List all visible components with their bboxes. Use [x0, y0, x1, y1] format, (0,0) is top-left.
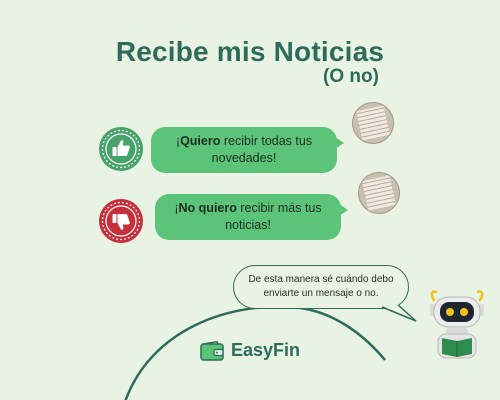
- thumbs-down-icon: [99, 199, 143, 243]
- brand: EasyFin: [200, 340, 300, 361]
- page-subtitle: (O no): [323, 66, 379, 87]
- robot-mascot-icon: [430, 290, 484, 359]
- opt-in-bold: Quiero: [180, 134, 221, 148]
- speech-tail: [381, 305, 417, 322]
- opt-out-line2: noticias!: [225, 218, 271, 232]
- brand-name: EasyFin: [231, 340, 301, 360]
- note-line2: enviarte un mensaje o no.: [263, 288, 379, 299]
- newspaper-icon: [356, 105, 390, 141]
- thumbs-up-icon: [99, 127, 143, 171]
- page-title: Recibe mis Noticias: [115, 36, 385, 67]
- opt-out-bold: No quiero: [178, 201, 237, 215]
- opt-in-rest: recibir todas tus: [220, 134, 313, 148]
- note-line1: De esta manera sé cuándo debo: [248, 274, 394, 285]
- opt-in-line1: ¡Quiero recibir todas tus: [161, 133, 327, 150]
- opt-out-bubble[interactable]: ¡No quiero recibir más tus noticias!: [155, 194, 348, 240]
- newspaper-avatar: [358, 172, 400, 214]
- thumbs-up-badge[interactable]: [98, 126, 144, 172]
- newspaper-icon: [362, 175, 396, 211]
- opt-in-line2: novedades!: [211, 151, 277, 165]
- opt-in-bubble[interactable]: ¡Quiero recibir todas tus novedades!: [151, 127, 344, 173]
- wallet-icon: [200, 340, 224, 361]
- opt-out-line1: ¡No quiero recibir más tus: [165, 200, 331, 217]
- thumbs-down-badge[interactable]: [98, 198, 144, 244]
- opt-out-rest: recibir más tus: [236, 201, 322, 215]
- speech-note: De esta manera sé cuándo debo enviarte u…: [233, 265, 409, 309]
- newspaper-avatar: [352, 102, 394, 144]
